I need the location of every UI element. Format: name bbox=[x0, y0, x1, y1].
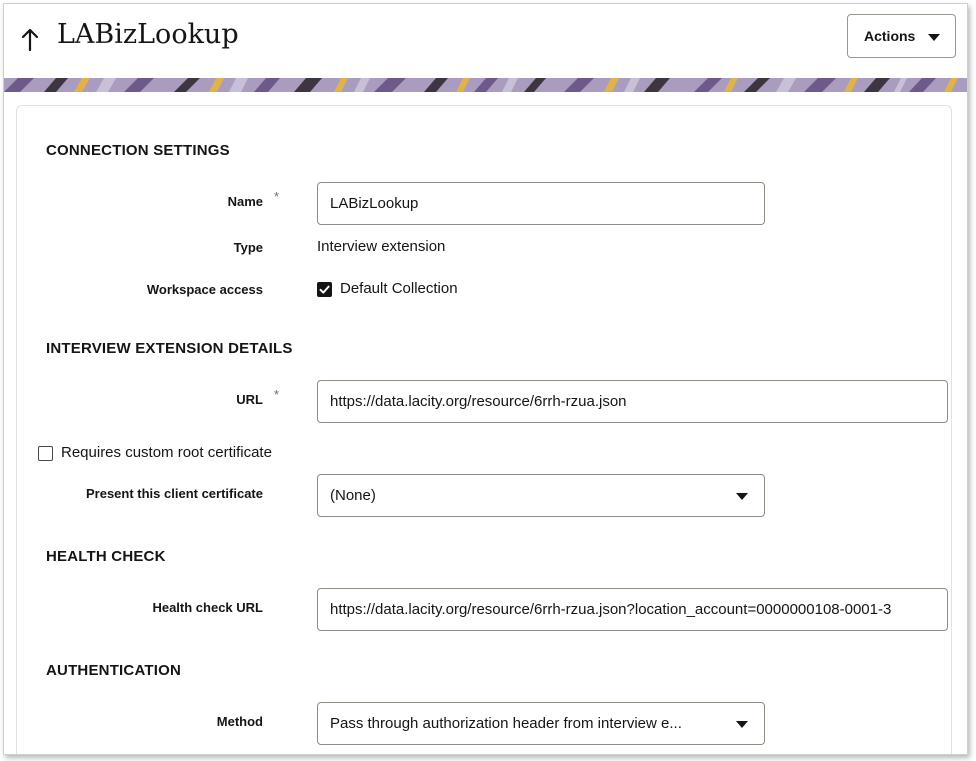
url-label: URL bbox=[236, 392, 263, 407]
url-input-value: https://data.lacity.org/resource/6rrh-rz… bbox=[330, 393, 627, 410]
checkmark-icon bbox=[319, 285, 330, 294]
name-input-value: LABizLookup bbox=[330, 195, 419, 212]
health-check-url-input[interactable]: https://data.lacity.org/resource/6rrh-rz… bbox=[317, 588, 948, 631]
type-label: Type bbox=[233, 240, 263, 255]
url-required-marker: * bbox=[274, 387, 280, 402]
method-value: Pass through authorization header from i… bbox=[330, 715, 682, 732]
method-select[interactable]: Pass through authorization header from i… bbox=[317, 702, 765, 745]
interview-extension-heading: INTERVIEW EXTENSION DETAILS bbox=[46, 340, 293, 357]
connection-form-card: CONNECTION SETTINGS Name * LABizLookup T… bbox=[16, 105, 952, 754]
banner-pattern bbox=[4, 78, 967, 92]
actions-button-label: Actions bbox=[864, 28, 916, 44]
health-check-url-value: https://data.lacity.org/resource/6rrh-rz… bbox=[330, 601, 892, 618]
caret-down-icon bbox=[736, 721, 748, 728]
page-title: LABizLookup bbox=[57, 19, 239, 50]
name-label: Name bbox=[227, 194, 263, 209]
method-label: Method bbox=[216, 714, 263, 729]
default-collection-label[interactable]: Default Collection bbox=[340, 280, 458, 297]
name-input[interactable]: LABizLookup bbox=[317, 182, 765, 225]
client-certificate-select[interactable]: (None) bbox=[317, 474, 765, 517]
authentication-heading: AUTHENTICATION bbox=[46, 662, 182, 679]
type-value: Interview extension bbox=[317, 238, 446, 255]
client-certificate-value: (None) bbox=[330, 487, 376, 504]
client-certificate-label: Present this client certificate bbox=[85, 486, 263, 501]
up-arrow-icon[interactable] bbox=[19, 24, 41, 54]
caret-down-icon bbox=[736, 493, 748, 500]
app-window: LABizLookup Actions CONNECTION SETTINGS … bbox=[3, 3, 968, 755]
decorative-banner bbox=[4, 78, 967, 92]
connection-settings-heading: CONNECTION SETTINGS bbox=[46, 142, 230, 159]
workspace-access-label: Workspace access bbox=[146, 282, 263, 297]
root-certificate-checkbox[interactable] bbox=[38, 446, 53, 461]
health-check-heading: HEALTH CHECK bbox=[46, 548, 166, 565]
actions-button[interactable]: Actions bbox=[847, 14, 956, 58]
root-certificate-label[interactable]: Requires custom root certificate bbox=[61, 444, 272, 461]
default-collection-checkbox[interactable] bbox=[317, 282, 332, 297]
page-header: LABizLookup Actions bbox=[4, 4, 967, 78]
caret-down-icon bbox=[928, 34, 940, 41]
url-input[interactable]: https://data.lacity.org/resource/6rrh-rz… bbox=[317, 380, 948, 423]
health-check-url-label: Health check URL bbox=[152, 600, 263, 615]
name-required-marker: * bbox=[274, 189, 280, 204]
